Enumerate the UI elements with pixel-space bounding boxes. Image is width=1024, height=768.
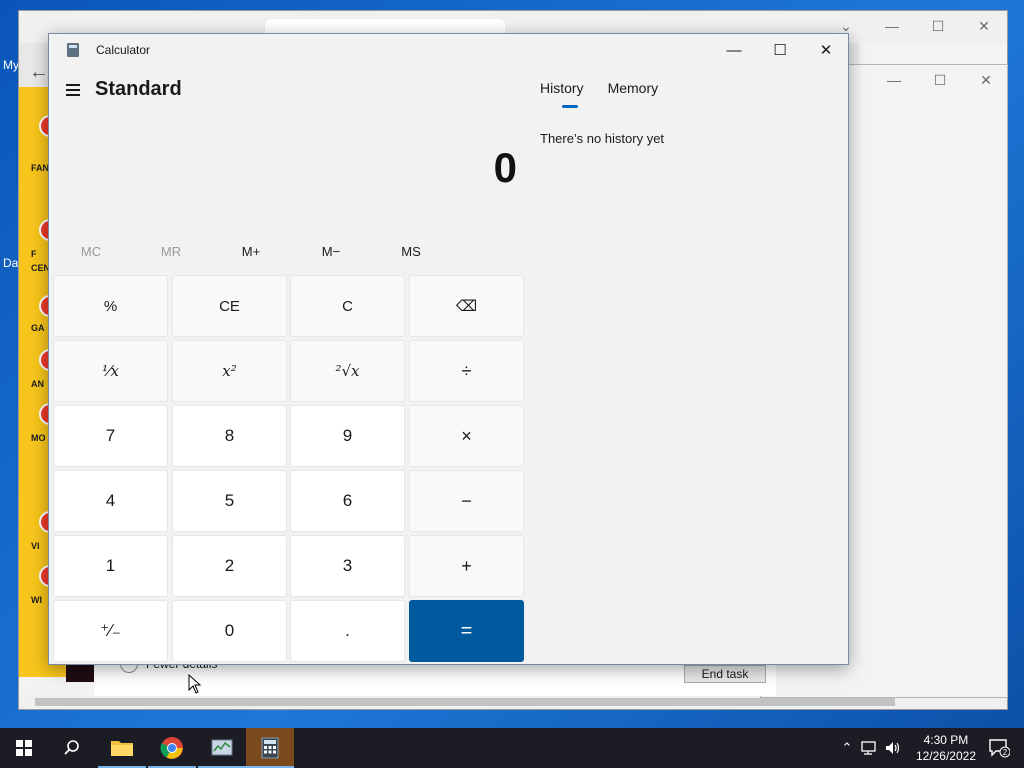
minimize-icon[interactable]: — (711, 34, 757, 66)
digit-6-button[interactable]: 6 (290, 470, 405, 532)
tab-memory[interactable]: Memory (608, 80, 659, 108)
close-icon[interactable]: ✕ (803, 34, 849, 66)
digit-9-button[interactable]: 9 (290, 405, 405, 467)
chrome-icon (160, 737, 183, 759)
memory-clear-button[interactable]: MC (51, 244, 131, 259)
history-memory-tabs: History Memory (540, 80, 658, 108)
sidebar-label[interactable]: F (31, 249, 37, 259)
history-empty-message: There’s no history yet (540, 131, 665, 146)
clear-entry-button[interactable]: CE (172, 275, 287, 337)
scrollbar-thumb[interactable] (35, 698, 895, 706)
memory-subtract-button[interactable]: M− (291, 244, 371, 259)
decimal-button[interactable]: . (290, 600, 405, 662)
digit-8-button[interactable]: 8 (172, 405, 287, 467)
digit-3-button[interactable]: 3 (290, 535, 405, 597)
digit-7-button[interactable]: 7 (53, 405, 168, 467)
sidebar-label[interactable]: MO (31, 433, 46, 443)
clock-date: 12/26/2022 (915, 749, 976, 763)
clock-time: 4:30 PM (923, 733, 969, 747)
calculator-mode-title: Standard (95, 78, 182, 100)
digit-4-button[interactable]: 4 (53, 470, 168, 532)
percent-button[interactable]: % (53, 275, 168, 337)
chevron-up-icon[interactable]: ⌃ (838, 740, 856, 756)
sidebar-label[interactable]: WI (31, 595, 42, 605)
reciprocal-button[interactable]: ⅟x (53, 340, 168, 402)
notification-count: 2 (1003, 748, 1008, 757)
calculator-app-icon (67, 43, 79, 57)
square-root-button[interactable]: ²√x (290, 340, 405, 402)
square-root-label: ²√x (335, 362, 360, 380)
taskbar-task-manager[interactable] (198, 728, 246, 768)
reciprocal-label: ⅟x (102, 362, 119, 380)
clear-button[interactable]: C (290, 275, 405, 337)
digit-2-button[interactable]: 2 (172, 535, 287, 597)
taskbar-calculator[interactable] (246, 728, 294, 768)
desktop-icon-label[interactable]: My (3, 58, 19, 72)
end-task-button[interactable]: End task (684, 665, 766, 683)
volume-icon[interactable] (884, 740, 902, 756)
taskbar: ⌃ 4:30 PM 12/26/2022 2 (0, 728, 1024, 768)
sidebar-label[interactable]: VI (31, 541, 40, 551)
window-title: Calculator (96, 43, 151, 57)
search-icon (64, 740, 79, 755)
taskbar-file-explorer[interactable] (98, 728, 146, 768)
sidebar-label[interactable]: AN (31, 379, 44, 389)
windows-logo-icon (16, 740, 32, 756)
maximize-icon[interactable]: ☐ (917, 65, 963, 95)
maximize-icon[interactable]: ☐ (757, 34, 803, 66)
taskbar-chrome[interactable] (148, 728, 196, 768)
close-icon[interactable]: ✕ (963, 65, 1009, 95)
network-icon[interactable] (860, 740, 880, 756)
back-arrow-icon[interactable]: ← (29, 61, 49, 84)
tab-history[interactable]: History (540, 80, 584, 108)
maximize-icon[interactable]: ☐ (915, 11, 961, 41)
sidebar-label[interactable]: FAN (31, 163, 49, 173)
close-icon[interactable]: ✕ (961, 11, 1007, 41)
memory-store-button[interactable]: MS (371, 244, 451, 259)
negate-button[interactable]: ⁺∕₋ (53, 600, 168, 662)
desktop-icon-label[interactable]: Da (3, 256, 18, 270)
sidebar-label[interactable]: GA (31, 323, 45, 333)
memory-add-button[interactable]: M+ (211, 244, 291, 259)
calculator-window: Calculator — ☐ ✕ Standard 0 MC MR M+ M− … (48, 33, 849, 665)
hamburger-menu-icon[interactable] (63, 80, 83, 100)
memory-recall-button[interactable]: MR (131, 244, 211, 259)
start-button[interactable] (0, 728, 48, 768)
subtract-button[interactable]: − (409, 470, 524, 532)
memory-row: MC MR M+ M− MS (49, 244, 524, 264)
add-button[interactable]: + (409, 535, 524, 597)
system-tray: ⌃ (838, 728, 902, 768)
digit-1-button[interactable]: 1 (53, 535, 168, 597)
minimize-icon[interactable]: — (869, 11, 915, 41)
digit-0-button[interactable]: 0 (172, 600, 287, 662)
folder-icon (111, 741, 133, 756)
backspace-button[interactable]: ⌫ (409, 275, 524, 337)
task-manager-icon (211, 739, 233, 756)
search-button[interactable] (48, 728, 96, 768)
minimize-icon[interactable]: — (871, 65, 917, 95)
notification-center-button[interactable]: 2 (988, 738, 1011, 758)
equals-button[interactable]: = (409, 600, 524, 662)
calculator-icon (261, 737, 279, 759)
calculator-titlebar[interactable]: Calculator — ☐ ✕ (49, 34, 848, 66)
taskbar-clock[interactable]: 4:30 PM 12/26/2022 (916, 732, 976, 764)
result-display: 0 (493, 144, 517, 191)
digit-5-button[interactable]: 5 (172, 470, 287, 532)
square-button[interactable]: x² (172, 340, 287, 402)
square-label: x² (222, 362, 237, 380)
divide-button[interactable]: ÷ (409, 340, 524, 402)
notification-icon: 2 (989, 739, 1011, 758)
mouse-cursor-icon (188, 674, 202, 694)
multiply-button[interactable]: × (409, 405, 524, 467)
